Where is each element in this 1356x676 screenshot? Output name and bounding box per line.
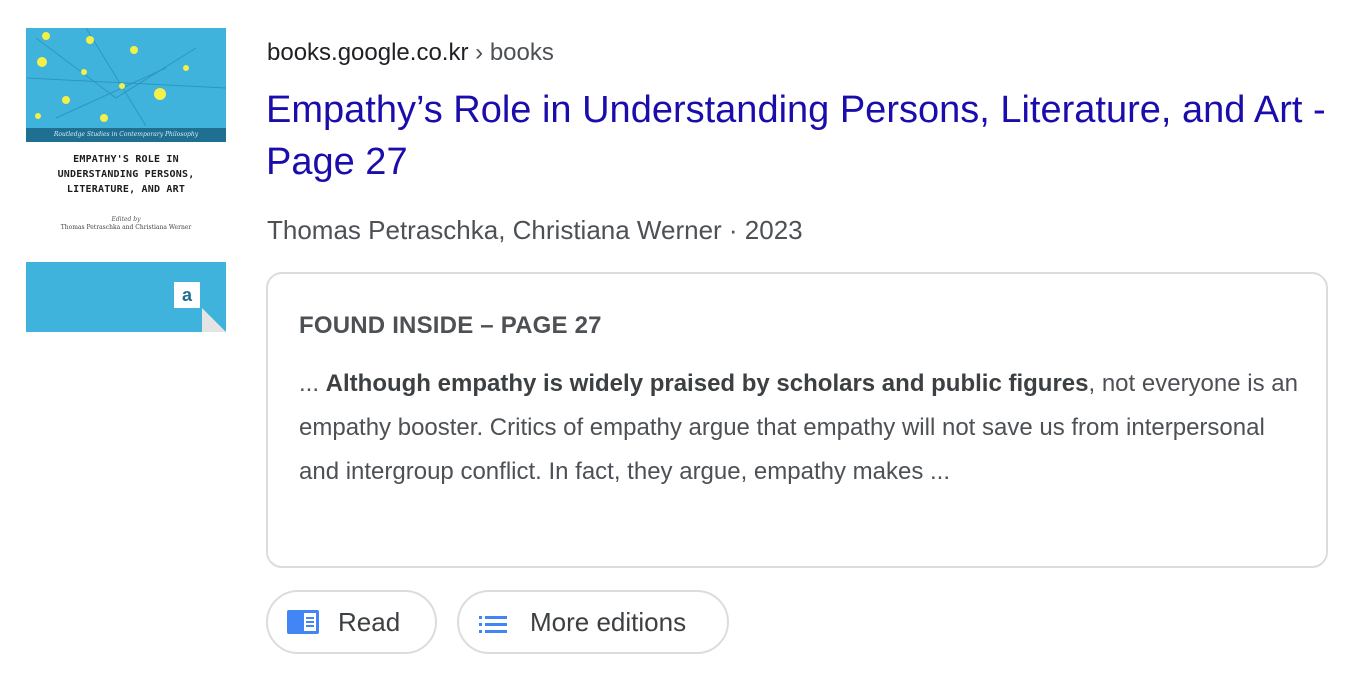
cover-title: EMPATHY'S ROLE IN UNDERSTANDING PERSONS,… — [32, 152, 220, 197]
found-inside-box: FOUND INSIDE – PAGE 27 ... Although empa… — [266, 272, 1328, 568]
site-domain: books.google.co.kr — [267, 39, 469, 66]
publisher-logo-icon: a — [174, 282, 200, 308]
cover-series-label: Routledge Studies in Contemporary Philos… — [26, 128, 226, 142]
list-icon — [479, 611, 509, 633]
cover-editors: Thomas Petraschka and Christiana Werner — [60, 224, 192, 231]
breadcrumb-separator: › — [475, 39, 484, 66]
cover-title-line: LITERATURE, AND ART — [66, 184, 186, 195]
cover-bottom-pattern — [26, 28, 226, 126]
result-url[interactable]: books.google.co.kr › books — [267, 38, 554, 68]
breadcrumb: books — [489, 39, 554, 66]
snippet-highlight: Although empathy is widely praised by sc… — [325, 370, 1089, 397]
result-title-link[interactable]: Empathy’s Role in Understanding Persons,… — [266, 84, 1326, 188]
book-read-icon — [287, 610, 319, 634]
book-cover-image[interactable]: Routledge Studies in Contemporary Philos… — [26, 28, 226, 332]
search-result: Routledge Studies in Contemporary Philos… — [0, 0, 1356, 676]
cover-title-line: UNDERSTANDING PERSONS, — [57, 169, 195, 180]
cover-editors-label: Edited by — [111, 216, 141, 223]
snippet-text: ... Although empathy is widely praised b… — [299, 362, 1299, 494]
more-editions-button[interactable]: More editions — [457, 590, 729, 654]
read-button-label: Read — [338, 606, 401, 637]
cover-title-line: EMPATHY'S ROLE IN — [73, 154, 179, 165]
found-inside-heading: FOUND INSIDE – PAGE 27 — [299, 312, 602, 339]
read-button[interactable]: Read — [266, 590, 437, 654]
result-meta: Thomas Petraschka, Christiana Werner · 2… — [267, 215, 803, 245]
more-editions-label: More editions — [530, 606, 687, 637]
page-curl — [202, 308, 226, 332]
snippet-lead: ... — [299, 370, 326, 397]
